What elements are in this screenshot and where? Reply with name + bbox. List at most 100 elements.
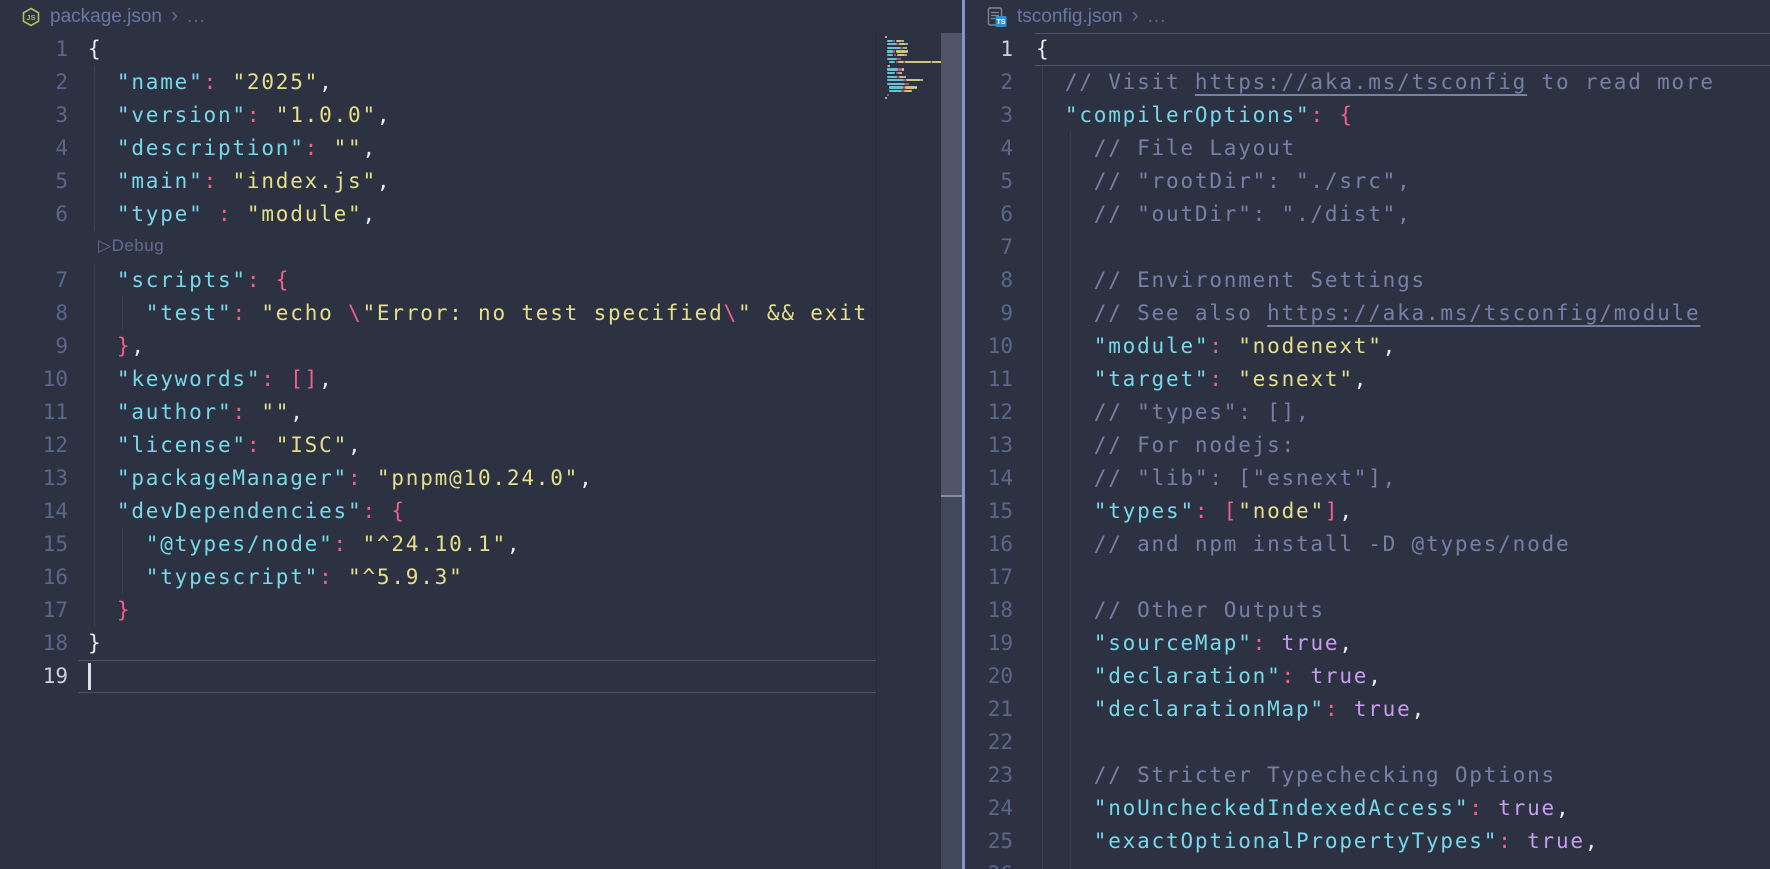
code-text[interactable]: // See also https://aka.ms/tsconfig/modu… [1036, 297, 1770, 330]
line-number[interactable]: 3 [965, 99, 1013, 132]
line-number[interactable]: 21 [965, 693, 1013, 726]
code-line[interactable]: 7 [965, 231, 1770, 264]
code-line[interactable]: 6 // "outDir": "./dist", [965, 198, 1770, 231]
breadcrumb[interactable]: TS tsconfig.json › ... [965, 0, 1770, 33]
line-number[interactable]: 14 [0, 495, 68, 528]
code-text[interactable]: "test": "echo \"Error: no test specified… [88, 297, 962, 330]
scrollbar-thumb[interactable] [941, 33, 962, 497]
comment-link[interactable]: https://aka.ms/tsconfig/module [1267, 301, 1700, 325]
code-line[interactable]: 9 }, [0, 330, 962, 363]
code-line[interactable]: 3 "version": "1.0.0", [0, 99, 962, 132]
line-number[interactable]: 18 [0, 627, 68, 660]
code-text[interactable] [1036, 858, 1770, 869]
code-text[interactable] [1036, 231, 1770, 264]
code-text[interactable]: "packageManager": "pnpm@10.24.0", [88, 462, 962, 495]
code-text[interactable]: // Stricter Typechecking Options [1036, 759, 1770, 792]
line-number[interactable]: 13 [965, 429, 1013, 462]
line-number[interactable]: 17 [965, 561, 1013, 594]
line-number[interactable]: 7 [965, 231, 1013, 264]
code-line[interactable]: 23 // Stricter Typechecking Options [965, 759, 1770, 792]
code-text[interactable]: // Other Outputs [1036, 594, 1770, 627]
code-line[interactable]: 19 [0, 660, 962, 693]
code-text[interactable]: "module": "nodenext", [1036, 330, 1770, 363]
code-text[interactable]: // "rootDir": "./src", [1036, 165, 1770, 198]
code-line[interactable]: 25 "exactOptionalPropertyTypes": true, [965, 825, 1770, 858]
vertical-scrollbar[interactable] [941, 33, 962, 869]
code-line[interactable]: 17 } [0, 594, 962, 627]
code-line[interactable]: 15 "@types/node": "^24.10.1", [0, 528, 962, 561]
code-line[interactable]: 6 "type" : "module", [0, 198, 962, 231]
code-line[interactable]: 4 // File Layout [965, 132, 1770, 165]
code-line[interactable]: 1{ [0, 33, 962, 66]
line-number[interactable]: 12 [0, 429, 68, 462]
line-number[interactable]: 23 [965, 759, 1013, 792]
code-text[interactable]: "type" : "module", [88, 198, 962, 231]
code-text[interactable]: // Environment Settings [1036, 264, 1770, 297]
line-number[interactable]: 5 [965, 165, 1013, 198]
code-text[interactable] [88, 660, 962, 693]
code-text[interactable]: "version": "1.0.0", [88, 99, 962, 132]
line-number[interactable]: 16 [965, 528, 1013, 561]
line-number[interactable]: 15 [0, 528, 68, 561]
code-text[interactable]: "sourceMap": true, [1036, 627, 1770, 660]
code-text[interactable]: "@types/node": "^24.10.1", [88, 528, 962, 561]
code-line[interactable]: 11 "author": "", [0, 396, 962, 429]
code-text[interactable]: // "outDir": "./dist", [1036, 198, 1770, 231]
breadcrumb-file[interactable]: package.json [50, 6, 162, 28]
code-line[interactable]: 22 [965, 726, 1770, 759]
line-number[interactable]: 3 [0, 99, 68, 132]
code-text[interactable]: "declarationMap": true, [1036, 693, 1770, 726]
code-text[interactable]: } [88, 594, 962, 627]
code-line[interactable]: 1{ [965, 33, 1770, 66]
line-number[interactable]: 11 [0, 396, 68, 429]
line-number[interactable]: 8 [965, 264, 1013, 297]
line-number[interactable]: 18 [965, 594, 1013, 627]
line-number[interactable]: 12 [965, 396, 1013, 429]
code-text[interactable]: "typescript": "^5.9.3" [88, 561, 962, 594]
code-line[interactable]: 18 // Other Outputs [965, 594, 1770, 627]
code-text[interactable] [1036, 726, 1770, 759]
code-line[interactable]: 17 [965, 561, 1770, 594]
line-number[interactable]: 1 [965, 33, 1013, 66]
code-text[interactable]: } [88, 627, 962, 660]
code-text[interactable]: }, [88, 330, 962, 363]
code-text[interactable]: "author": "", [88, 396, 962, 429]
code-line[interactable]: 8 // Environment Settings [965, 264, 1770, 297]
breadcrumb-symbol-ellipsis[interactable]: ... [187, 6, 206, 28]
line-number[interactable]: 4 [965, 132, 1013, 165]
line-number[interactable]: 2 [965, 66, 1013, 99]
breadcrumb[interactable]: JS package.json › ... [0, 0, 962, 33]
code-text[interactable]: "target": "esnext", [1036, 363, 1770, 396]
code-text[interactable]: { [1036, 33, 1770, 66]
code-text[interactable]: "compilerOptions": { [1036, 99, 1770, 132]
code-text[interactable]: "declaration": true, [1036, 660, 1770, 693]
line-number[interactable]: 8 [0, 297, 68, 330]
line-number[interactable]: 11 [965, 363, 1013, 396]
code-text[interactable]: { [88, 33, 962, 66]
code-line[interactable]: 10 "keywords": [], [0, 363, 962, 396]
code-line[interactable]: 9 // See also https://aka.ms/tsconfig/mo… [965, 297, 1770, 330]
code-text[interactable]: "license": "ISC", [88, 429, 962, 462]
line-number[interactable]: 9 [965, 297, 1013, 330]
code-line[interactable]: 12 // "types": [], [965, 396, 1770, 429]
code-text[interactable]: "main": "index.js", [88, 165, 962, 198]
code-line[interactable]: 12 "license": "ISC", [0, 429, 962, 462]
code-text[interactable]: "keywords": [], [88, 363, 962, 396]
line-number[interactable]: 19 [0, 660, 68, 693]
code-text[interactable]: "exactOptionalPropertyTypes": true, [1036, 825, 1770, 858]
code-line[interactable]: 24 "noUncheckedIndexedAccess": true, [965, 792, 1770, 825]
line-number[interactable]: 6 [965, 198, 1013, 231]
line-number[interactable]: 4 [0, 132, 68, 165]
line-number[interactable]: 16 [0, 561, 68, 594]
code-line[interactable]: 16 "typescript": "^5.9.3" [0, 561, 962, 594]
code-line[interactable]: 18} [0, 627, 962, 660]
code-line[interactable]: 21 "declarationMap": true, [965, 693, 1770, 726]
code-text[interactable]: // "types": [], [1036, 396, 1770, 429]
line-number[interactable]: 20 [965, 660, 1013, 693]
code-line[interactable]: 3 "compilerOptions": { [965, 99, 1770, 132]
line-number[interactable]: 19 [965, 627, 1013, 660]
code-text[interactable]: // Visit https://aka.ms/tsconfig to read… [1036, 66, 1770, 99]
code-line[interactable]: 14 "devDependencies": { [0, 495, 962, 528]
line-number[interactable]: 26 [965, 858, 1013, 869]
code-line[interactable]: 8 "test": "echo \"Error: no test specifi… [0, 297, 962, 330]
